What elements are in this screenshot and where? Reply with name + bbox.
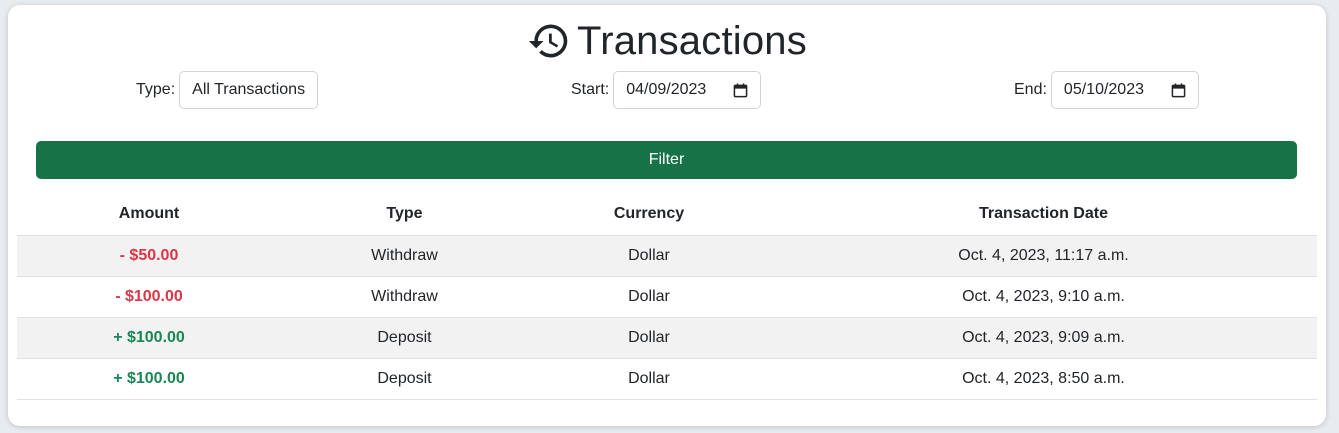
page-header: Transactions <box>8 17 1326 65</box>
amount-cell: - $100.00 <box>17 276 281 318</box>
table-row: + $100.00 Deposit Dollar Oct. 4, 2023, 9… <box>17 317 1317 359</box>
amount-cell: - $50.00 <box>17 235 281 277</box>
end-label: End: <box>1014 81 1047 98</box>
table-header-row: Amount Type Currency Transaction Date <box>17 194 1317 236</box>
page-title: Transactions <box>577 18 807 63</box>
start-date-value: 04/09/2023 <box>626 81 707 98</box>
type-cell: Deposit <box>281 317 528 359</box>
type-cell: Deposit <box>281 358 528 400</box>
history-icon <box>527 19 571 63</box>
table-row: - $50.00 Withdraw Dollar Oct. 4, 2023, 1… <box>17 235 1317 277</box>
currency-cell: Dollar <box>528 358 770 400</box>
end-date-input[interactable]: 05/10/2023 <box>1050 71 1199 109</box>
column-header-currency: Currency <box>528 194 770 236</box>
type-select[interactable]: All Transactions <box>179 71 319 109</box>
start-date-input[interactable]: 04/09/2023 <box>613 71 762 109</box>
transactions-card: Transactions Type: All Transactions Star… <box>8 5 1326 426</box>
calendar-icon[interactable] <box>1171 82 1186 98</box>
column-header-date: Transaction Date <box>770 194 1317 236</box>
date-cell: Oct. 4, 2023, 9:10 a.m. <box>770 276 1317 318</box>
amount-cell: + $100.00 <box>17 317 281 359</box>
type-cell: Withdraw <box>281 276 528 318</box>
type-label: Type: <box>136 81 176 98</box>
calendar-icon[interactable] <box>733 82 748 98</box>
currency-cell: Dollar <box>528 276 770 318</box>
end-date-value: 05/10/2023 <box>1063 81 1144 98</box>
type-filter: Type: All Transactions <box>136 71 319 109</box>
start-filter: Start: 04/09/2023 <box>571 71 762 109</box>
currency-cell: Dollar <box>528 317 770 359</box>
date-cell: Oct. 4, 2023, 9:09 a.m. <box>770 317 1317 359</box>
start-label: Start: <box>571 81 610 98</box>
currency-cell: Dollar <box>528 235 770 277</box>
column-header-amount: Amount <box>17 194 281 236</box>
date-cell: Oct. 4, 2023, 8:50 a.m. <box>770 358 1317 400</box>
filter-button[interactable]: Filter <box>36 141 1297 179</box>
amount-cell: + $100.00 <box>17 358 281 400</box>
transactions-table: Amount Type Currency Transaction Date - … <box>17 194 1317 400</box>
type-select-value: All Transactions <box>192 81 306 98</box>
column-header-type: Type <box>281 194 528 236</box>
date-cell: Oct. 4, 2023, 11:17 a.m. <box>770 235 1317 277</box>
end-filter: End: 05/10/2023 <box>1014 71 1199 109</box>
table-row: + $100.00 Deposit Dollar Oct. 4, 2023, 8… <box>17 358 1317 400</box>
type-cell: Withdraw <box>281 235 528 277</box>
table-row: - $100.00 Withdraw Dollar Oct. 4, 2023, … <box>17 276 1317 318</box>
